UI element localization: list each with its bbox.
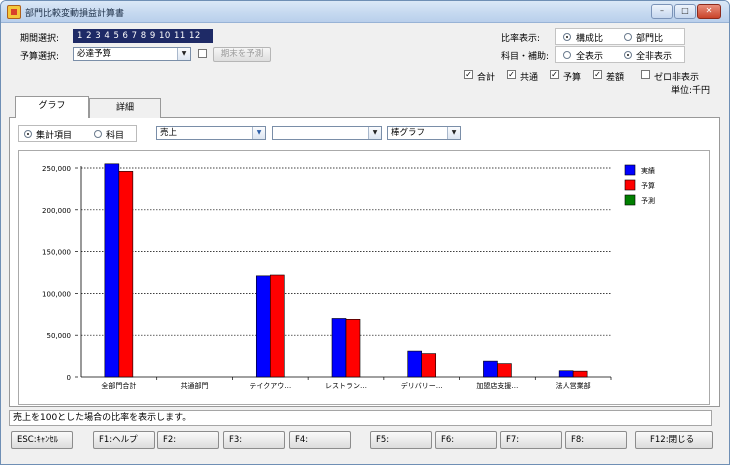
total-checkbox[interactable]: ✓ — [464, 70, 473, 79]
account-show-all-label: 全表示 — [576, 52, 604, 62]
f2-button[interactable]: F2: — [157, 431, 219, 449]
legend-swatch — [624, 194, 636, 206]
total-label: 合計 — [477, 73, 496, 83]
ratio-composition-label: 構成比 — [576, 34, 604, 44]
account-hide-all-radio[interactable] — [624, 51, 632, 59]
ratio-department-radio[interactable] — [624, 33, 632, 41]
y-tick-label: 0 — [67, 374, 71, 382]
y-tick-label: 150,000 — [42, 249, 71, 257]
f1-help-button[interactable]: F1:ヘルプ — [93, 431, 155, 449]
difference-checkbox[interactable]: ✓ — [593, 70, 602, 79]
chevron-down-icon: ▼ — [252, 127, 265, 139]
y-tick-label: 200,000 — [42, 207, 71, 215]
budget-toggle-label: 予算 — [563, 73, 582, 83]
filter-item-label: 集計項目 — [36, 131, 73, 141]
bar-予算 — [269, 274, 285, 378]
f6-button[interactable]: F6: — [435, 431, 497, 449]
legend-swatch — [624, 179, 636, 191]
bar-実績 — [407, 350, 423, 378]
x-tick-label: 共通部門 — [181, 381, 209, 390]
bar-予算 — [345, 319, 361, 378]
ratio-label: 比率表示: — [501, 34, 541, 44]
f5-button[interactable]: F5: — [370, 431, 432, 449]
x-tick-label: テイクアウ… — [249, 382, 291, 390]
bar-実績 — [255, 275, 271, 378]
ratio-department-label: 部門比 — [636, 34, 664, 44]
x-tick-label: 加盟店支援… — [476, 381, 518, 390]
bar-実績 — [331, 318, 347, 378]
chevron-down-icon: ▼ — [447, 127, 460, 139]
period-label: 期間選択: — [20, 34, 60, 44]
chart-area: 0 50,000 100,000 150,000 200,000 250,000 全部門合計… — [18, 150, 710, 405]
unit-label: 単位:千円 — [671, 86, 711, 96]
common-checkbox[interactable]: ✓ — [507, 70, 516, 79]
f12-close-button[interactable]: F12:閉じる — [635, 431, 713, 449]
bar-予算 — [118, 171, 134, 378]
year-end-predict-button[interactable]: 期末を予測 — [213, 47, 271, 62]
maximize-button[interactable]: □ — [674, 4, 696, 19]
window-title: 部門比較変動損益計算書 — [25, 9, 125, 19]
x-tick-label: 全部門合計 — [101, 381, 136, 390]
account-group: 全表示 全非表示 — [555, 46, 685, 63]
period-selector[interactable]: 1 2 3 4 5 6 7 8 9 10 11 12 — [73, 29, 213, 43]
bar-予算 — [572, 370, 588, 378]
minimize-button[interactable]: – — [651, 4, 673, 19]
filter-account-radio[interactable] — [94, 130, 102, 138]
account-show-all-radio[interactable] — [563, 51, 571, 59]
bar-実績 — [483, 360, 498, 378]
zero-hide-label: ゼロ非表示 — [654, 73, 700, 83]
graph-type-select[interactable]: 棒グラフ ▼ — [387, 126, 461, 140]
filter-item-radio[interactable] — [24, 130, 32, 138]
ratio-composition-radio[interactable] — [563, 33, 571, 41]
filter-account-label: 科目 — [106, 131, 125, 141]
chevron-down-icon: ▼ — [177, 48, 190, 60]
title-bar: 部門比較変動損益計算書 – □ ✕ — [1, 1, 729, 23]
item-select-value: 売上 — [160, 128, 178, 138]
budget-label: 予算選択: — [20, 52, 60, 62]
esc-cancel-button[interactable]: ESC:ｷｬﾝｾﾙ — [11, 431, 73, 449]
close-button[interactable]: ✕ — [697, 4, 721, 19]
sub-select[interactable]: ▼ — [272, 126, 382, 140]
bar-予算 — [497, 363, 512, 378]
bar-chart: 0 50,000 100,000 150,000 200,000 250,000 全部門合計… — [42, 163, 655, 390]
x-tick-label: 法人営業部 — [556, 381, 591, 390]
budget-checkbox[interactable]: ✓ — [550, 70, 559, 79]
bar-実績 — [104, 163, 120, 378]
account-hide-all-label: 全非表示 — [636, 52, 673, 62]
legend-swatch — [624, 164, 636, 176]
app-window: 部門比較変動損益計算書 – □ ✕ 期間選択: 1 2 3 4 5 6 7 8 … — [0, 0, 730, 465]
status-bar: 売上を100とした場合の比率を表示します。 — [9, 410, 712, 426]
filter-radio-group: 集計項目 科目 — [18, 125, 137, 142]
chevron-down-icon: ▼ — [368, 127, 381, 139]
graph-type-value: 棒グラフ — [391, 128, 426, 138]
f3-button[interactable]: F3: — [223, 431, 285, 449]
tab-detail[interactable]: 詳細 — [89, 98, 161, 118]
tab-graph[interactable]: グラフ — [15, 96, 89, 118]
difference-label: 差額 — [606, 73, 625, 83]
account-label: 科目・補助: — [501, 52, 550, 62]
budget-select-value: 必達予算 — [77, 49, 112, 59]
legend-label: 実績 — [641, 166, 655, 175]
bar-実績 — [558, 370, 574, 378]
zero-hide-checkbox[interactable] — [641, 70, 650, 79]
budget-select[interactable]: 必達予算 ▼ — [73, 47, 191, 61]
f7-button[interactable]: F7: — [500, 431, 562, 449]
x-tick-label: デリバリー… — [401, 381, 443, 390]
item-select[interactable]: 売上 ▼ — [156, 126, 266, 140]
y-tick-label: 250,000 — [42, 165, 71, 173]
bar-予算 — [421, 353, 437, 378]
x-tick-label: レストラン… — [325, 382, 367, 390]
legend-label: 予算 — [641, 181, 655, 190]
f4-button[interactable]: F4: — [289, 431, 351, 449]
y-tick-label: 100,000 — [42, 290, 71, 298]
app-icon — [7, 5, 21, 19]
y-tick-label: 50,000 — [47, 332, 72, 340]
f8-button[interactable]: F8: — [565, 431, 627, 449]
year-end-checkbox[interactable] — [198, 49, 207, 58]
common-label: 共通 — [520, 73, 539, 83]
legend-label: 予測 — [641, 196, 655, 205]
ratio-group: 構成比 部門比 — [555, 28, 685, 45]
